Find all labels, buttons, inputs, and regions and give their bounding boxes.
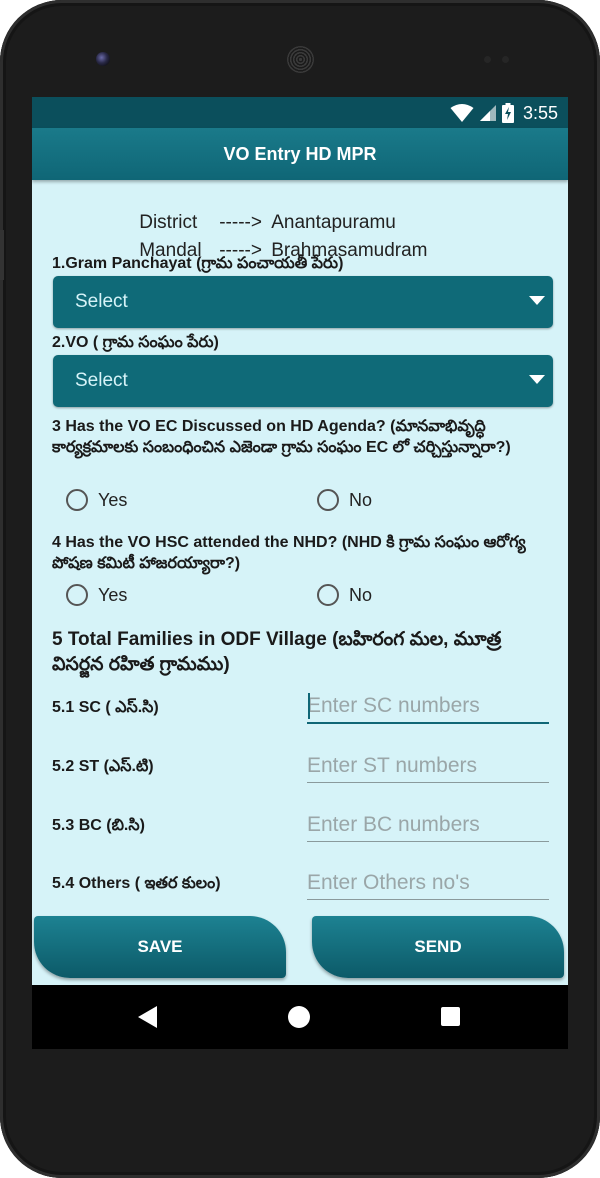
st-input[interactable] bbox=[307, 749, 549, 783]
gram-panchayat-select[interactable]: Select bbox=[53, 276, 553, 328]
app-bar: VO Entry HD MPR bbox=[32, 128, 568, 180]
others-input[interactable] bbox=[307, 866, 549, 900]
page-title: VO Entry HD MPR bbox=[223, 143, 377, 164]
recent-apps-icon[interactable] bbox=[441, 1007, 460, 1026]
sc-label: 5.1 SC ( ఎస్.సి) bbox=[52, 699, 159, 716]
front-camera bbox=[96, 52, 110, 66]
q3-label: 3 Has the VO EC Discussed on HD Agenda? … bbox=[52, 418, 511, 456]
status-time: 3:55 bbox=[522, 102, 558, 123]
gram-panchayat-label: 1.Gram Panchayat (గ్రామ పంచాయతీ పేరు) bbox=[52, 255, 344, 272]
radio-unchecked-icon bbox=[66, 584, 88, 606]
form-content: District -----> Anantapuramu Mandal -----> B… bbox=[32, 180, 568, 916]
q3-yes-radio[interactable]: Yes bbox=[66, 489, 127, 511]
home-icon[interactable] bbox=[288, 1006, 310, 1028]
battery-charging-icon bbox=[501, 103, 514, 123]
others-label: 5.4 Others ( ఇతర కులం) bbox=[52, 875, 221, 892]
send-button[interactable]: SEND bbox=[312, 916, 564, 978]
q4-no-radio[interactable]: No bbox=[317, 584, 372, 606]
mandal-row: Mandal -----> Brahmasamudram bbox=[97, 218, 427, 284]
proximity-sensor bbox=[484, 56, 491, 63]
status-bar: 3:55 bbox=[32, 97, 568, 128]
q3-no-radio[interactable]: No bbox=[317, 489, 372, 511]
chevron-down-icon bbox=[529, 296, 545, 305]
q3-no-label: No bbox=[349, 489, 373, 510]
back-icon[interactable] bbox=[138, 1006, 157, 1028]
side-button bbox=[0, 230, 4, 280]
st-label: 5.2 ST (ఎస్.టి) bbox=[52, 758, 154, 775]
chevron-down-icon bbox=[529, 375, 545, 384]
radio-unchecked-icon bbox=[317, 584, 339, 606]
cell-signal-icon bbox=[479, 105, 496, 121]
earpiece-speaker bbox=[287, 46, 314, 73]
q4-label: 4 Has the VO HSC attended the NHD? (NHD … bbox=[52, 534, 526, 572]
vo-label: 2.VO ( గ్రామ సంఘం పేరు) bbox=[52, 334, 219, 351]
light-sensor bbox=[502, 56, 509, 63]
phone-frame: 3:55 VO Entry HD MPR District -----> Anant… bbox=[0, 0, 600, 1178]
gram-panchayat-selected: Select bbox=[75, 291, 128, 312]
screen: 3:55 VO Entry HD MPR District -----> Anant… bbox=[32, 97, 568, 1049]
q3-yes-label: Yes bbox=[98, 489, 128, 510]
bc-input[interactable] bbox=[307, 808, 549, 842]
wifi-icon bbox=[450, 104, 474, 122]
radio-unchecked-icon bbox=[317, 489, 339, 511]
q4-yes-label: Yes bbox=[98, 584, 128, 605]
q5-label: 5 Total Families in ODF Village (బహిరంగ … bbox=[52, 629, 502, 675]
q4-no-label: No bbox=[349, 584, 373, 605]
q4-yes-radio[interactable]: Yes bbox=[66, 584, 127, 606]
navigation-bar bbox=[32, 985, 568, 1049]
vo-selected: Select bbox=[75, 370, 128, 391]
radio-unchecked-icon bbox=[66, 489, 88, 511]
vo-select[interactable]: Select bbox=[53, 355, 553, 407]
save-button[interactable]: SAVE bbox=[34, 916, 286, 978]
status-icons: 3:55 bbox=[450, 101, 558, 125]
bc-label: 5.3 BC (బి.సి) bbox=[52, 817, 145, 834]
text-cursor bbox=[308, 693, 310, 719]
sc-input[interactable] bbox=[307, 690, 549, 724]
